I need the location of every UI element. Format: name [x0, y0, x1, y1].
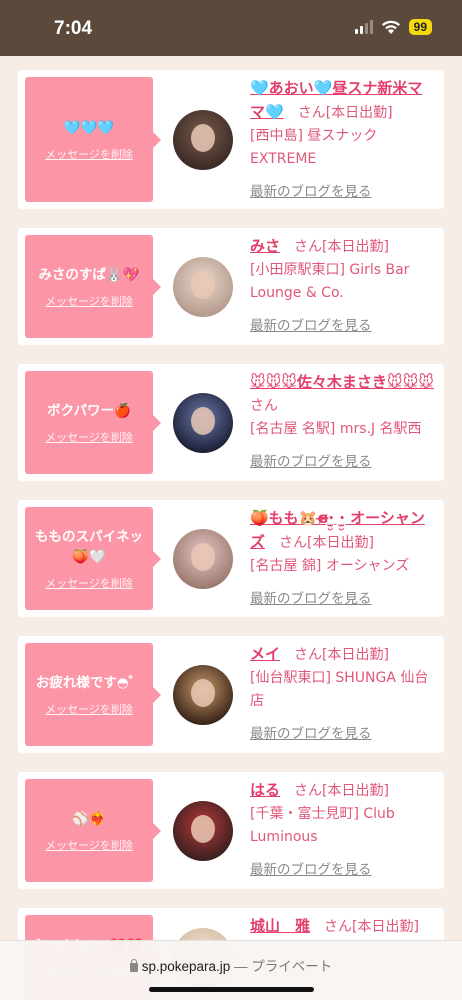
- honorific: さん: [294, 239, 323, 255]
- status-bar: 7:04 99: [0, 0, 462, 56]
- latest-blog-link[interactable]: 最新のブログを見る: [250, 315, 437, 338]
- cast-info: メイ さん[本日出勤] [仙台駅東口] SHUNGA 仙台店最新のブログを見る: [250, 643, 437, 746]
- honorific: さん: [297, 105, 326, 121]
- attendance-status: [本日出勤]: [307, 535, 374, 551]
- message-bubble: もものスパイネッ🍑🤍 メッセージを削除: [25, 507, 161, 610]
- latest-blog-link[interactable]: 最新のブログを見る: [250, 181, 437, 204]
- avatar[interactable]: [173, 392, 233, 453]
- wifi-icon: [381, 20, 400, 34]
- avatar-photo: [191, 542, 215, 571]
- avatar[interactable]: [173, 256, 233, 317]
- honorific: さん: [324, 919, 353, 935]
- delete-message-link[interactable]: メッセージを削除: [45, 429, 133, 445]
- attendance-status: [本日出勤]: [322, 647, 389, 663]
- browser-address-bar[interactable]: sp.pokepara.jp — プライベート: [0, 940, 462, 1000]
- shop-name: [西中島] 昼スナック EXTREME: [250, 128, 378, 167]
- honorific: さん: [250, 398, 278, 414]
- message-bubble: みさのすぱ🐰💖 メッセージを削除: [25, 235, 161, 338]
- latest-blog-link[interactable]: 最新のブログを見る: [250, 451, 437, 474]
- cast-name-link[interactable]: 城山 雅: [250, 917, 310, 935]
- cast-info: みさ さん[本日出勤] [小田原駅東口] Girls Bar Lounge & C…: [250, 235, 437, 338]
- shop-name: [名古屋 錦] オーシャンズ: [250, 558, 410, 574]
- honorific: さん: [294, 647, 323, 663]
- avatar[interactable]: [173, 109, 233, 170]
- avatar[interactable]: [173, 528, 233, 589]
- message-text: ボクパワー🍎: [47, 402, 131, 419]
- message-list: 🩵🩵🩵 メッセージを削除 🩵あおい🩵昼スナ新米ママ🩵 さん[本日出勤] [西中島] 昼…: [18, 70, 444, 1000]
- attendance-status: [本日出勤]: [322, 239, 389, 255]
- delete-message-link[interactable]: メッセージを削除: [45, 701, 133, 717]
- avatar[interactable]: [173, 800, 233, 861]
- url-domain: sp.pokepara.jp: [141, 959, 231, 974]
- message-text: ⚾❤️‍🔥: [72, 810, 106, 827]
- message-text: もものスパイネッ🍑🤍: [35, 528, 143, 565]
- message-text: みさのすぱ🐰💖: [38, 266, 140, 283]
- honorific: さん: [279, 535, 308, 551]
- honorific: さん: [294, 783, 323, 799]
- cast-name-link[interactable]: メイ: [250, 645, 280, 663]
- message-bubble: お疲れ様です◓゜ メッセージを削除: [25, 643, 161, 746]
- avatar-photo: [191, 678, 215, 707]
- message-card: ボクパワー🍎 メッセージを削除 🐭🐭🐭佐々木まさき🐭🐭🐭 さん [名古屋 名駅] mr…: [18, 364, 444, 481]
- message-bubble: ⚾❤️‍🔥 メッセージを削除: [25, 779, 161, 882]
- cast-name-link[interactable]: はる: [250, 781, 280, 799]
- avatar-photo: [191, 270, 215, 299]
- cast-name-link[interactable]: 🐭🐭🐭佐々木まさき🐭🐭🐭: [250, 373, 434, 391]
- delete-message-link[interactable]: メッセージを削除: [45, 837, 133, 853]
- status-icons: 99: [354, 19, 432, 35]
- latest-blog-link[interactable]: 最新のブログを見る: [250, 723, 437, 746]
- attendance-status: [本日出勤]: [322, 783, 389, 799]
- battery-indicator: 99: [408, 19, 432, 35]
- cast-info: 🩵あおい🩵昼スナ新米ママ🩵 さん[本日出勤] [西中島] 昼スナック EXTREM…: [250, 77, 437, 202]
- shop-name: [小田原駅東口] Girls Bar Lounge & Co.: [250, 262, 410, 301]
- shop-name: [名古屋 名駅] mrs.J 名駅西: [250, 421, 422, 437]
- cast-info: 🍑もも🐹ɞ̴̶̷·̫̮ ·̫̮ オーシャンズ さん[本日出勤] [名古屋 錦] オ…: [250, 507, 437, 610]
- message-bubble: 🩵🩵🩵 メッセージを削除: [25, 77, 161, 202]
- cast-name-link[interactable]: みさ: [250, 237, 280, 255]
- private-label: — プライベート: [234, 959, 333, 974]
- message-card: お疲れ様です◓゜ メッセージを削除 メイ さん[本日出勤] [仙台駅東口] SHUNG…: [18, 636, 444, 753]
- message-card: ⚾❤️‍🔥 メッセージを削除 はる さん[本日出勤] [千葉・富士見町] Club L…: [18, 772, 444, 889]
- shop-name: [仙台駅東口] SHUNGA 仙台店: [250, 670, 429, 709]
- latest-blog-link[interactable]: 最新のブログを見る: [250, 588, 437, 611]
- message-text: 🩵🩵🩵: [63, 119, 115, 136]
- delete-message-link[interactable]: メッセージを削除: [45, 293, 133, 309]
- lock-icon: [129, 959, 138, 972]
- message-card: もものスパイネッ🍑🤍 メッセージを削除 🍑もも🐹ɞ̴̶̷·̫̮ ·̫̮ オーシャンズ…: [18, 500, 444, 617]
- cast-info: 🐭🐭🐭佐々木まさき🐭🐭🐭 さん [名古屋 名駅] mrs.J 名駅西最新のブログを…: [250, 371, 437, 474]
- status-time: 7:04: [54, 18, 93, 39]
- cast-info: はる さん[本日出勤] [千葉・富士見町] Club Luminous 最新のブログ…: [250, 779, 437, 882]
- delete-message-link[interactable]: メッセージを削除: [45, 575, 133, 591]
- shop-name: [千葉・富士見町] Club Luminous: [250, 806, 395, 845]
- delete-message-link[interactable]: メッセージを削除: [45, 146, 133, 162]
- avatar[interactable]: [173, 664, 233, 725]
- message-card: 🩵🩵🩵 メッセージを削除 🩵あおい🩵昼スナ新米ママ🩵 さん[本日出勤] [西中島] 昼…: [18, 70, 444, 209]
- avatar-photo: [191, 123, 215, 152]
- home-indicator: [149, 987, 314, 992]
- attendance-status: [本日出勤]: [325, 105, 393, 121]
- message-card: みさのすぱ🐰💖 メッセージを削除 みさ さん[本日出勤] [小田原駅東口] Girls…: [18, 228, 444, 345]
- cellular-signal-icon: [354, 20, 373, 34]
- latest-blog-link[interactable]: 最新のブログを見る: [250, 859, 437, 882]
- attendance-status: [本日出勤]: [352, 919, 419, 935]
- message-bubble: ボクパワー🍎 メッセージを削除: [25, 371, 161, 474]
- avatar-photo: [191, 406, 215, 435]
- message-text: お疲れ様です◓゜: [35, 674, 143, 691]
- avatar-photo: [191, 814, 215, 843]
